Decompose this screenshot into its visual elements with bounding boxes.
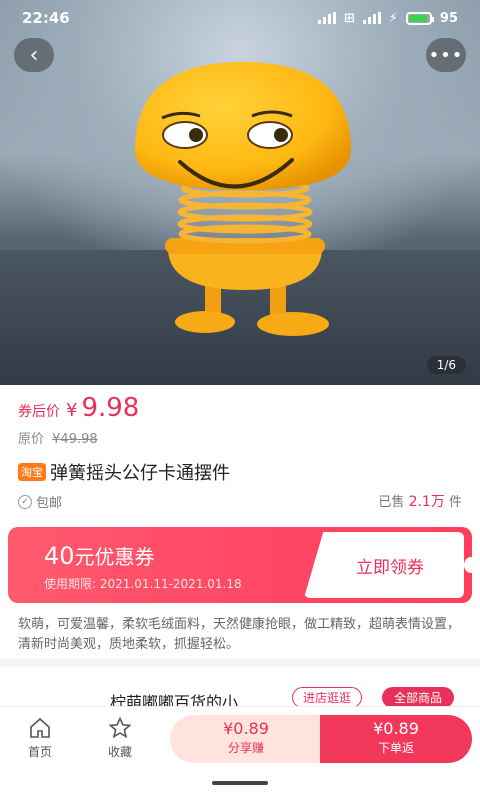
original-price-label: 原价 — [18, 432, 45, 447]
all-products-button[interactable]: 全部商品 — [382, 687, 455, 708]
sold-count: 已售 2.1万 件 — [378, 491, 462, 511]
taobao-badge: 淘宝 — [18, 463, 46, 481]
star-icon — [108, 717, 132, 739]
coupon-card[interactable]: 40元优惠券 使用期限: 2021.01.11-2021.01.18 立即领券 — [8, 527, 472, 603]
buy-label: 下单返 — [377, 741, 414, 755]
charging-icon: ⚡ — [388, 10, 398, 26]
coupon-section: 40元优惠券 使用期限: 2021.01.11-2021.01.18 立即领券 — [0, 517, 480, 607]
share-earn-button[interactable]: ¥0.89 分享赚 — [170, 715, 322, 763]
shipping-label: 包邮 — [36, 496, 63, 511]
share-label: 分享赚 — [227, 741, 264, 755]
home-button[interactable]: 首页 — [18, 717, 62, 760]
smiley-spring-toy-illustration — [135, 62, 351, 336]
buy-price: ¥0.89 — [373, 719, 419, 738]
home-icon — [30, 717, 50, 738]
coupon-price: 券后价 ¥ 9.98 — [18, 393, 139, 423]
battery-level: 95 — [439, 10, 458, 26]
status-bar: 22:46 ⊞ ⚡ 95 — [0, 0, 480, 36]
product-description: 软萌，可爱温馨，柔软毛绒面料，天然健康抢眼，做工精致，超萌表情设置，清新时尚美观… — [0, 607, 480, 659]
bottom-action-bar: 首页 收藏 ¥0.89 分享赚 ¥0.89 下单返 — [0, 706, 480, 800]
original-price-value: ¥49.98 — [52, 432, 98, 447]
coupon-notch — [464, 557, 472, 573]
sold-number: 2.1万 — [408, 494, 445, 510]
currency-symbol: ¥ — [66, 400, 78, 421]
coupon-amount-suffix: 元优惠券 — [74, 545, 155, 569]
hd-icon: ⊞ — [343, 10, 355, 26]
check-circle-icon: ✓ — [18, 494, 32, 509]
home-indicator[interactable] — [212, 781, 268, 785]
product-image[interactable]: 22:46 ⊞ ⚡ 95 ‹ ••• 1/6 — [0, 0, 480, 385]
coupon-amount: 40元优惠券 — [44, 541, 155, 570]
more-button[interactable]: ••• — [426, 38, 466, 72]
visit-shop-button[interactable]: 进店逛逛 — [292, 687, 363, 708]
favorite-button[interactable]: 收藏 — [98, 717, 142, 760]
claim-coupon-button[interactable]: 立即领券 — [304, 532, 464, 598]
image-counter: 1/6 — [426, 356, 466, 374]
battery-icon — [405, 11, 434, 25]
coupon-period-label: 使用期限: — [44, 577, 97, 591]
product-info: 券后价 ¥ 9.98 原价 ¥49.98 淘宝 弹簧摇头公仔卡通摆件 ✓ 包邮 … — [0, 385, 480, 517]
home-label: 首页 — [27, 745, 52, 759]
order-rebate-button[interactable]: ¥0.89 下单返 — [320, 715, 472, 763]
title-row: 淘宝 弹簧摇头公仔卡通摆件 — [18, 459, 230, 485]
wifi-signal-icon — [362, 12, 381, 24]
share-price: ¥0.89 — [223, 719, 269, 738]
sold-prefix: 已售 — [378, 495, 405, 510]
shipping-info: ✓ 包邮 — [18, 492, 62, 511]
coupon-amount-number: 40 — [44, 542, 75, 570]
chevron-left-icon: ‹ — [29, 42, 39, 68]
coupon-period: 使用期限: 2021.01.11-2021.01.18 — [44, 575, 242, 592]
coupon-price-value: 9.98 — [81, 393, 140, 423]
sold-suffix: 件 — [448, 495, 462, 510]
coupon-price-label: 券后价 — [18, 404, 60, 420]
signal-icon — [317, 12, 336, 24]
status-time: 22:46 — [22, 9, 70, 27]
back-button[interactable]: ‹ — [14, 38, 54, 72]
original-price: 原价 ¥49.98 — [18, 428, 98, 447]
more-icon: ••• — [428, 44, 464, 66]
product-title: 弹簧摇头公仔卡通摆件 — [50, 463, 230, 484]
coupon-period-value: 2021.01.11-2021.01.18 — [99, 577, 242, 591]
favorite-label: 收藏 — [107, 745, 132, 759]
